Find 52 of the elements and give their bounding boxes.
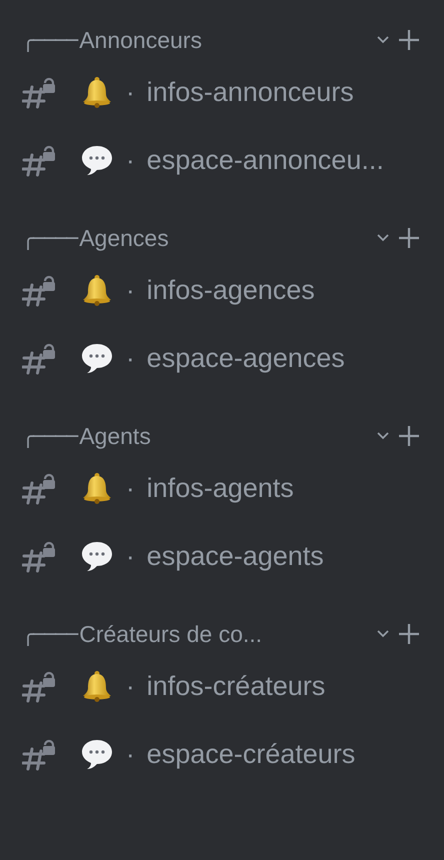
- channel-name: infos-agents: [146, 472, 294, 505]
- locked-hash-icon: [22, 75, 58, 109]
- category-name[interactable]: Annonceurs: [79, 22, 202, 58]
- category-name[interactable]: Créateurs de co...: [79, 616, 262, 652]
- speech-bubble-icon: [80, 143, 114, 177]
- channel-item[interactable]: · infos-créateurs: [22, 662, 422, 710]
- separator-dot: ·: [126, 342, 135, 374]
- channel-name: infos-annonceurs: [146, 76, 354, 109]
- channel-item[interactable]: · infos-agences: [22, 266, 422, 314]
- channel-name: espace-agences: [146, 342, 345, 375]
- chevron-down-icon[interactable]: [376, 431, 390, 441]
- channel-name: espace-créateurs: [146, 738, 356, 771]
- separator-dot: ·: [126, 670, 135, 702]
- locked-hash-icon: [22, 471, 58, 505]
- chevron-down-icon[interactable]: [376, 629, 390, 639]
- separator-dot: ·: [126, 738, 135, 770]
- locked-hash-icon: [22, 669, 58, 703]
- separator-dot: ·: [126, 472, 135, 504]
- channel-item[interactable]: · espace-agents: [22, 532, 422, 580]
- locked-hash-icon: [22, 341, 58, 375]
- category-name[interactable]: Agences: [79, 220, 169, 256]
- add-channel-icon[interactable]: [398, 623, 420, 645]
- separator-dot: ·: [126, 76, 135, 108]
- add-channel-icon[interactable]: [398, 425, 420, 447]
- chevron-down-icon[interactable]: [376, 35, 390, 45]
- locked-hash-icon: [22, 737, 58, 771]
- add-channel-icon[interactable]: [398, 227, 420, 249]
- add-channel-icon[interactable]: [398, 29, 420, 51]
- separator-dot: ·: [126, 540, 135, 572]
- locked-hash-icon: [22, 539, 58, 573]
- separator-dot: ·: [126, 144, 135, 176]
- channel-item[interactable]: · infos-annonceurs: [22, 68, 422, 116]
- category-prefix: ╭────: [22, 30, 78, 50]
- category-prefix: ╭────: [22, 426, 78, 446]
- channel-name: infos-agences: [146, 274, 315, 307]
- channel-name: espace-agents: [146, 540, 324, 573]
- category-prefix: ╭────: [22, 624, 78, 644]
- locked-hash-icon: [22, 143, 58, 177]
- channel-item[interactable]: · espace-annonceu...: [22, 136, 422, 184]
- category-name[interactable]: Agents: [79, 418, 151, 454]
- speech-bubble-icon: [80, 737, 114, 771]
- locked-hash-icon: [22, 273, 58, 307]
- channel-name: infos-créateurs: [146, 670, 326, 703]
- channel-name: espace-annonceu...: [146, 144, 384, 177]
- channel-item[interactable]: · espace-agences: [22, 334, 422, 382]
- channel-item[interactable]: · infos-agents: [22, 464, 422, 512]
- speech-bubble-icon: [80, 341, 114, 375]
- channel-item[interactable]: · espace-créateurs: [22, 730, 422, 778]
- speech-bubble-icon: [80, 539, 114, 573]
- separator-dot: ·: [126, 274, 135, 306]
- category-prefix: ╭────: [22, 228, 78, 248]
- chevron-down-icon[interactable]: [376, 233, 390, 243]
